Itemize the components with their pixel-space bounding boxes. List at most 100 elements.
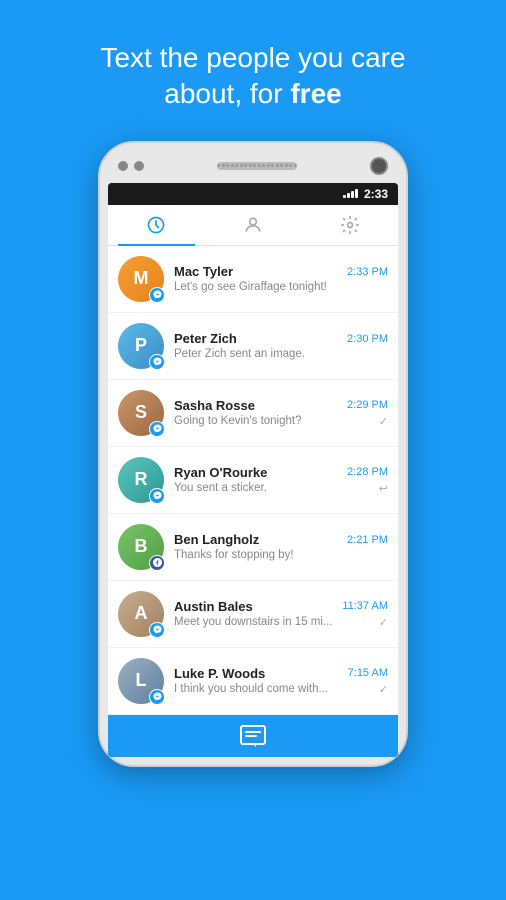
message-preview: Peter Zich sent an image.	[174, 348, 388, 360]
phone-dots	[118, 161, 144, 171]
signal-icon	[343, 189, 358, 198]
message-preview: Meet you downstairs in 15 mi... ✓	[174, 616, 388, 629]
preview-text: Going to Kevin's tonight?	[174, 415, 375, 427]
avatar-badge	[149, 555, 165, 571]
message-time: 2:29 PM	[347, 399, 388, 411]
compose-icon	[240, 725, 266, 747]
contact-name: Sasha Rosse	[174, 398, 255, 413]
avatar-letter: A	[135, 603, 148, 624]
avatar-letter: L	[136, 670, 147, 691]
message-time: 2:28 PM	[347, 466, 388, 478]
reply-icon: ↩	[379, 482, 388, 495]
avatar-letter: P	[135, 335, 147, 356]
message-time: 2:33 PM	[347, 266, 388, 278]
hero-line2-bold: free	[290, 78, 341, 109]
preview-text: Thanks for stopping by!	[174, 549, 388, 561]
status-time: 2:33	[364, 187, 388, 201]
hero-line2: about, for	[164, 78, 290, 109]
message-time: 7:15 AM	[348, 667, 388, 679]
phone-camera	[370, 157, 388, 175]
app-area: M Mac Tyler 2:33 PM Let's go see Giraffa…	[108, 205, 398, 715]
avatar-badge	[149, 622, 165, 638]
avatar-wrap: L	[118, 658, 164, 704]
message-header: Ryan O'Rourke 2:28 PM	[174, 465, 388, 480]
message-content: Mac Tyler 2:33 PM Let's go see Giraffage…	[174, 264, 388, 293]
check-icon: ✓	[379, 415, 388, 428]
avatar-wrap: A	[118, 591, 164, 637]
message-preview: Going to Kevin's tonight? ✓	[174, 415, 388, 428]
message-header: Ben Langholz 2:21 PM	[174, 532, 388, 547]
signal-bar-4	[355, 189, 358, 198]
message-content: Austin Bales 11:37 AM Meet you downstair…	[174, 599, 388, 629]
message-header: Peter Zich 2:30 PM	[174, 331, 388, 346]
contact-name: Luke P. Woods	[174, 666, 265, 681]
phone-dot-1	[118, 161, 128, 171]
contact-name: Austin Bales	[174, 599, 253, 614]
contact-name: Peter Zich	[174, 331, 237, 346]
phone-top-bar	[108, 157, 398, 183]
phone-dot-2	[134, 161, 144, 171]
preview-text: I think you should come with...	[174, 683, 375, 695]
preview-text: Meet you downstairs in 15 mi...	[174, 616, 375, 628]
conversation-item[interactable]: P Peter Zich 2:30 PM Peter Zich sent an …	[108, 313, 398, 380]
signal-bar-2	[347, 193, 350, 198]
hero-line1: Text the people you care	[100, 42, 405, 73]
avatar-letter: S	[135, 402, 147, 423]
conversation-item[interactable]: A Austin Bales 11:37 AM Meet you downsta…	[108, 581, 398, 648]
contact-name: Ben Langholz	[174, 532, 259, 547]
person-icon	[243, 215, 263, 235]
avatar-wrap: P	[118, 323, 164, 369]
signal-bar-1	[343, 195, 346, 198]
preview-text: Let's go see Giraffage tonight!	[174, 281, 388, 293]
avatar-badge	[149, 421, 165, 437]
avatar-letter: B	[135, 536, 148, 557]
avatar-wrap: S	[118, 390, 164, 436]
tab-contacts[interactable]	[205, 205, 302, 245]
message-header: Austin Bales 11:37 AM	[174, 599, 388, 614]
avatar-wrap: B	[118, 524, 164, 570]
conversation-item[interactable]: S Sasha Rosse 2:29 PM Going to Kevin's t…	[108, 380, 398, 447]
conversation-item[interactable]: M Mac Tyler 2:33 PM Let's go see Giraffa…	[108, 246, 398, 313]
conversation-item[interactable]: R Ryan O'Rourke 2:28 PM You sent a stick…	[108, 447, 398, 514]
preview-text: Peter Zich sent an image.	[174, 348, 388, 360]
avatar-badge	[149, 689, 165, 705]
clock-icon	[146, 215, 166, 235]
message-preview: I think you should come with... ✓	[174, 683, 388, 696]
avatar-badge	[149, 354, 165, 370]
contact-name: Ryan O'Rourke	[174, 465, 267, 480]
avatar-badge	[149, 488, 165, 504]
preview-text: You sent a sticker.	[174, 482, 375, 494]
message-time: 11:37 AM	[342, 600, 388, 612]
message-preview: Let's go see Giraffage tonight!	[174, 281, 388, 293]
message-content: Luke P. Woods 7:15 AM I think you should…	[174, 666, 388, 696]
message-header: Luke P. Woods 7:15 AM	[174, 666, 388, 681]
avatar-letter: R	[135, 469, 148, 490]
tab-settings[interactable]	[301, 205, 398, 245]
avatar-wrap: M	[118, 256, 164, 302]
message-preview: Thanks for stopping by!	[174, 549, 388, 561]
bottom-nav[interactable]	[108, 715, 398, 757]
hero-text: Text the people you care about, for free	[100, 40, 405, 113]
settings-icon	[340, 215, 360, 235]
check-icon: ✓	[379, 683, 388, 696]
message-time: 2:30 PM	[347, 333, 388, 345]
phone-screen: 2:33	[108, 183, 398, 757]
conversation-item[interactable]: L Luke P. Woods 7:15 AM I think you shou…	[108, 648, 398, 715]
contact-name: Mac Tyler	[174, 264, 233, 279]
tab-recent[interactable]	[108, 205, 205, 245]
messages-list: M Mac Tyler 2:33 PM Let's go see Giraffa…	[108, 246, 398, 715]
check-icon: ✓	[379, 616, 388, 629]
conversation-item[interactable]: B Ben Langholz 2:21 PM Thanks for stoppi…	[108, 514, 398, 581]
status-bar: 2:33	[108, 183, 398, 205]
message-content: Sasha Rosse 2:29 PM Going to Kevin's ton…	[174, 398, 388, 428]
message-content: Ryan O'Rourke 2:28 PM You sent a sticker…	[174, 465, 388, 495]
message-time: 2:21 PM	[347, 534, 388, 546]
message-header: Sasha Rosse 2:29 PM	[174, 398, 388, 413]
signal-bar-3	[351, 191, 354, 198]
phone-shell: 2:33	[98, 141, 408, 767]
avatar-wrap: R	[118, 457, 164, 503]
avatar-badge	[149, 287, 165, 303]
message-content: Ben Langholz 2:21 PM Thanks for stopping…	[174, 532, 388, 561]
avatar-letter: M	[134, 268, 149, 289]
tab-bar	[108, 205, 398, 246]
